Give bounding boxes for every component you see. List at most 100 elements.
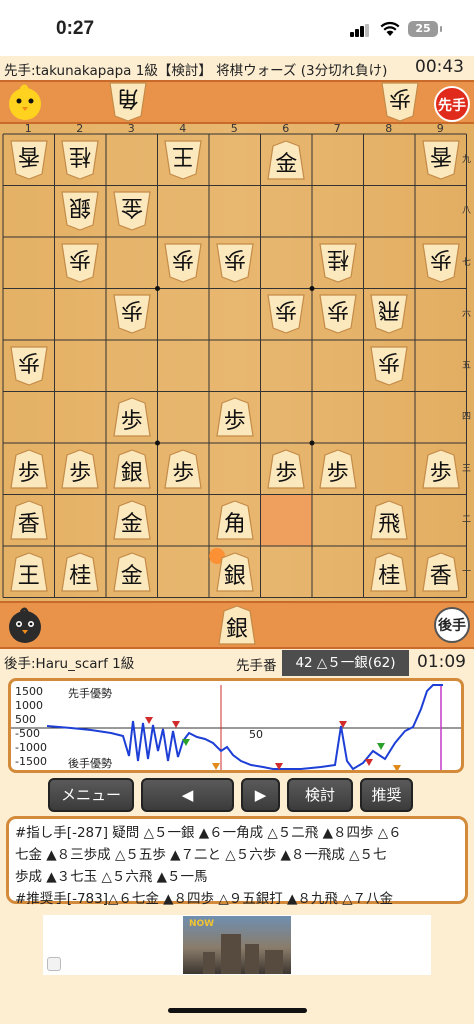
hand-piece[interactable]: 歩: [380, 82, 420, 122]
piece-label: 角: [223, 512, 246, 538]
gote-piece[interactable]: 歩: [369, 346, 409, 386]
gote-piece[interactable]: 金: [112, 191, 152, 231]
sente-piece[interactable]: 歩: [163, 449, 203, 489]
next-move-button[interactable]: ▶: [241, 778, 280, 812]
evaluation-graph[interactable]: 1500 先手優勢 1000 500 -500 -1000 -1500 後手優勢…: [8, 678, 464, 773]
piece-label: 香: [17, 512, 40, 538]
piece-label: 金: [120, 512, 143, 538]
sente-piece[interactable]: 香: [9, 500, 49, 540]
analyze-button[interactable]: 検討: [287, 778, 353, 812]
sente-piece[interactable]: 歩: [215, 397, 255, 437]
sente-piece[interactable]: 金: [112, 500, 152, 540]
sente-piece[interactable]: 歩: [266, 449, 306, 489]
status-bar: 0:27 25: [0, 0, 474, 56]
gote-piece[interactable]: 歩: [9, 346, 49, 386]
piece-label: 歩: [275, 460, 298, 486]
gote-piece[interactable]: 歩: [318, 294, 358, 334]
sente-piece[interactable]: 歩: [112, 397, 152, 437]
game-header: 先手:takunakapapa 1級【検討】 将棋ウォーズ (3分切れ負け) 0…: [0, 56, 474, 80]
gote-piece[interactable]: 桂: [60, 140, 100, 180]
graph-move-label: 50: [249, 728, 263, 741]
sente-piece[interactable]: 香: [421, 552, 461, 592]
file-label: 8: [385, 122, 393, 135]
battery-icon: 25: [408, 21, 442, 37]
piece-label: 歩: [326, 297, 349, 323]
sente-avatar: [9, 84, 41, 120]
hand-piece[interactable]: 角: [108, 82, 148, 122]
sente-piece[interactable]: 角: [215, 500, 255, 540]
gote-piece[interactable]: 歩: [266, 294, 306, 334]
gote-piece[interactable]: 飛: [369, 294, 409, 334]
file-label: 9: [436, 122, 444, 135]
piece-label: 銀: [225, 617, 248, 642]
menu-button[interactable]: メニュー: [48, 778, 134, 812]
ad-banner[interactable]: NOW: [43, 915, 431, 975]
file-label: 5: [230, 122, 238, 135]
sente-piece[interactable]: 飛: [369, 500, 409, 540]
piece-label: 歩: [172, 460, 195, 486]
sente-piece[interactable]: 桂: [60, 552, 100, 592]
gote-piece[interactable]: 香: [9, 140, 49, 180]
piece-label: 角: [116, 85, 139, 110]
gote-piece[interactable]: 歩: [60, 243, 100, 283]
ad-image[interactable]: NOW: [183, 916, 291, 974]
evaluation-marker: [145, 717, 153, 724]
prev-move-button[interactable]: ◀: [141, 778, 234, 812]
sente-piece[interactable]: 王: [9, 552, 49, 592]
gote-piece[interactable]: 歩: [215, 243, 255, 283]
piece-label: 桂: [69, 563, 92, 589]
highlight-square: [260, 494, 312, 546]
gote-clock: 01:09: [417, 652, 466, 672]
sente-piece[interactable]: 歩: [421, 449, 461, 489]
gote-piece[interactable]: 王: [163, 140, 203, 180]
sente-piece[interactable]: 歩: [318, 449, 358, 489]
gote-piece[interactable]: 歩: [421, 243, 461, 283]
bottom-player-bar: 銀 後手: [0, 601, 474, 649]
signal-icon: [350, 24, 370, 37]
piece-label: 歩: [388, 85, 411, 110]
sente-piece[interactable]: 金: [266, 140, 306, 180]
piece-label: 銀: [223, 563, 246, 589]
sente-piece[interactable]: 銀: [215, 552, 255, 592]
status-time: 0:27: [56, 18, 95, 39]
piece-label: 歩: [223, 245, 246, 271]
piece-label: 王: [172, 142, 195, 168]
piece-label: 飛: [378, 297, 401, 323]
gote-piece[interactable]: 桂: [318, 243, 358, 283]
hand-piece[interactable]: 銀: [217, 605, 257, 645]
graph-gote-label: 後手優勢: [68, 757, 112, 770]
comment-line: #推奨手[-783]△６七金 ▲８四歩 △９五銀打 ▲８九飛 △７八金: [15, 891, 394, 907]
recommend-button[interactable]: 推奨: [360, 778, 413, 812]
rank-label: 一: [462, 566, 472, 577]
wifi-icon: [380, 21, 400, 36]
piece-label: 歩: [120, 297, 143, 323]
gote-piece[interactable]: 歩: [112, 294, 152, 334]
graph-sente-label: 先手優勢: [68, 687, 112, 700]
shogi-board[interactable]: 123456789九八七六五四三二一 香桂王金香銀金歩歩歩桂歩歩歩歩飛歩歩歩歩歩…: [0, 122, 474, 601]
graph-y-label: -500: [15, 727, 40, 740]
sente-piece[interactable]: 桂: [369, 552, 409, 592]
piece-label: 歩: [429, 460, 452, 486]
comment-line: #指し手[-287] 疑問 △５一銀 ▲６一角成 △５二飛 ▲８四歩 △６: [15, 825, 402, 841]
piece-label: 金: [120, 194, 143, 220]
comment-line: 歩成 ▲３七玉 △５六飛 ▲５一馬: [15, 869, 208, 885]
ad-info-icon[interactable]: [47, 957, 61, 971]
sente-piece[interactable]: 歩: [9, 449, 49, 489]
gote-piece[interactable]: 歩: [163, 243, 203, 283]
turn-label: 先手番: [236, 658, 277, 674]
sente-piece[interactable]: 金: [112, 552, 152, 592]
rank-label: 七: [462, 257, 472, 268]
rank-label: 四: [462, 412, 472, 423]
gote-piece[interactable]: 銀: [60, 191, 100, 231]
piece-label: 桂: [378, 563, 401, 589]
sente-piece[interactable]: 銀: [112, 449, 152, 489]
file-label: 1: [24, 122, 32, 135]
gote-piece[interactable]: 香: [421, 140, 461, 180]
file-label: 7: [333, 122, 341, 135]
piece-label: 飛: [378, 512, 401, 538]
rank-label: 六: [462, 309, 472, 320]
piece-label: 歩: [69, 460, 92, 486]
sente-piece[interactable]: 歩: [60, 449, 100, 489]
rank-label: 二: [462, 515, 472, 526]
piece-label: 歩: [378, 348, 401, 374]
